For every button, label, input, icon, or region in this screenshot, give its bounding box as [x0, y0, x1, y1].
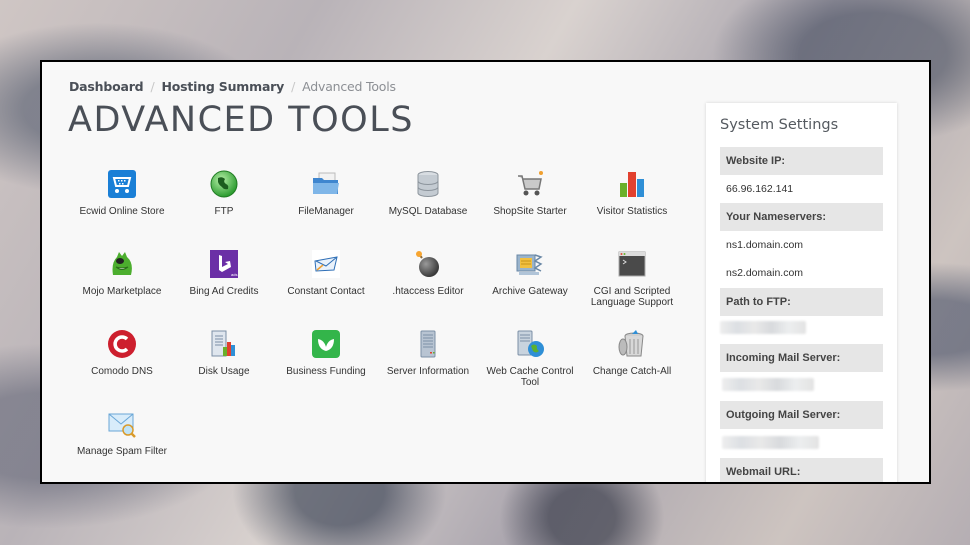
system-settings-panel: System Settings Website IP: 66.96.162.14… [706, 103, 897, 482]
tool-ftp[interactable]: FTP [173, 169, 275, 217]
tool-htaccess-editor[interactable]: .htaccess Editor [377, 249, 479, 297]
breadcrumb-separator: / [291, 79, 296, 94]
outgoing-mail-label: Outgoing Mail Server: [720, 401, 883, 429]
website-ip-label: Website IP: [720, 147, 883, 175]
tool-disk-usage[interactable]: Disk Usage [173, 329, 275, 377]
breadcrumb-separator: / [150, 79, 155, 94]
bomb-icon [413, 249, 443, 279]
server-icon [413, 329, 443, 359]
tool-business-funding[interactable]: Business Funding [275, 329, 377, 377]
breadcrumb: Dashboard / Hosting Summary / Advanced Tools [69, 79, 396, 94]
tool-label: Visitor Statistics [596, 206, 668, 217]
page-title: ADVANCED TOOLS [68, 100, 414, 140]
breadcrumb-hosting-summary[interactable]: Hosting Summary [161, 79, 284, 94]
tool-label: Ecwid Online Store [79, 206, 165, 217]
trash-can-icon [617, 329, 647, 359]
ftp-path-value-redacted [720, 321, 806, 334]
tool-web-cache-control[interactable]: Web Cache Control Tool [479, 329, 581, 388]
tool-change-catch-all[interactable]: Change Catch-All [581, 329, 683, 377]
folder-icon [311, 169, 341, 199]
tool-label: Server Information [386, 366, 470, 377]
tool-label: ShopSite Starter [493, 206, 567, 217]
tool-comodo-dns[interactable]: Comodo DNS [71, 329, 173, 377]
database-icon [413, 169, 443, 199]
archive-icon [515, 249, 545, 279]
envelope-check-icon [311, 249, 341, 279]
bar-chart-icon [617, 169, 647, 199]
system-settings-title: System Settings [720, 117, 839, 133]
tool-label: Manage Spam Filter [76, 446, 168, 457]
mojo-monster-icon [107, 249, 137, 279]
tool-label: Change Catch-All [592, 366, 672, 377]
tool-label: Bing Ad Credits [189, 286, 259, 297]
tool-label: Disk Usage [198, 366, 250, 377]
tool-label: Constant Contact [287, 286, 365, 297]
terminal-icon [617, 249, 647, 279]
tool-label: Mojo Marketplace [82, 286, 162, 297]
shopping-cart-icon [515, 169, 545, 199]
tool-visitor-statistics[interactable]: Visitor Statistics [581, 169, 683, 217]
comodo-icon [107, 329, 137, 359]
tool-filemanager[interactable]: FileManager [275, 169, 377, 217]
tool-archive-gateway[interactable]: Archive Gateway [479, 249, 581, 297]
tool-label: Comodo DNS [91, 366, 153, 377]
tool-label: FTP [214, 206, 234, 217]
breadcrumb-dashboard[interactable]: Dashboard [69, 79, 144, 94]
outgoing-mail-value-redacted [722, 436, 819, 449]
nameserver-2: ns2.domain.com [726, 267, 804, 279]
leaf-icon [311, 329, 341, 359]
tool-shopsite-starter[interactable]: ShopSite Starter [479, 169, 581, 217]
bing-ads-icon: ads [209, 249, 239, 279]
cart-icon [107, 169, 137, 199]
tool-manage-spam-filter[interactable]: Manage Spam Filter [71, 409, 173, 457]
nameserver-1: ns1.domain.com [726, 239, 804, 251]
server-globe-icon [515, 329, 545, 359]
tool-mojo-marketplace[interactable]: Mojo Marketplace [71, 249, 173, 297]
app-window: Dashboard / Hosting Summary / Advanced Tools… [40, 60, 931, 484]
disk-usage-icon [209, 329, 239, 359]
breadcrumb-current: Advanced Tools [302, 79, 396, 94]
tool-label: Web Cache Control Tool [486, 366, 574, 388]
tool-constant-contact[interactable]: Constant Contact [275, 249, 377, 297]
incoming-mail-value-redacted [722, 378, 814, 391]
svg-text:ads: ads [231, 272, 237, 277]
tool-cgi-scripted-language-support[interactable]: CGI and Scripted Language Support [581, 249, 683, 308]
tool-label: MySQL Database [388, 206, 468, 217]
tool-server-information[interactable]: Server Information [377, 329, 479, 377]
globe-icon [209, 169, 239, 199]
tool-label: CGI and Scripted Language Support [590, 286, 674, 308]
tool-label: Business Funding [286, 366, 366, 377]
tool-label: FileManager [298, 206, 354, 217]
tool-mysql-database[interactable]: MySQL Database [377, 169, 479, 217]
ftp-path-label: Path to FTP: [720, 288, 883, 316]
tool-label: .htaccess Editor [392, 286, 464, 297]
nameservers-label: Your Nameservers: [720, 203, 883, 231]
tool-bing-ad-credits[interactable]: ads Bing Ad Credits [173, 249, 275, 297]
website-ip-value: 66.96.162.141 [726, 183, 794, 195]
tool-ecwid-online-store[interactable]: Ecwid Online Store [71, 169, 173, 217]
incoming-mail-label: Incoming Mail Server: [720, 344, 883, 372]
webmail-url-label: Webmail URL: [720, 458, 883, 482]
tool-label: Archive Gateway [492, 286, 568, 297]
envelope-search-icon [107, 409, 137, 439]
